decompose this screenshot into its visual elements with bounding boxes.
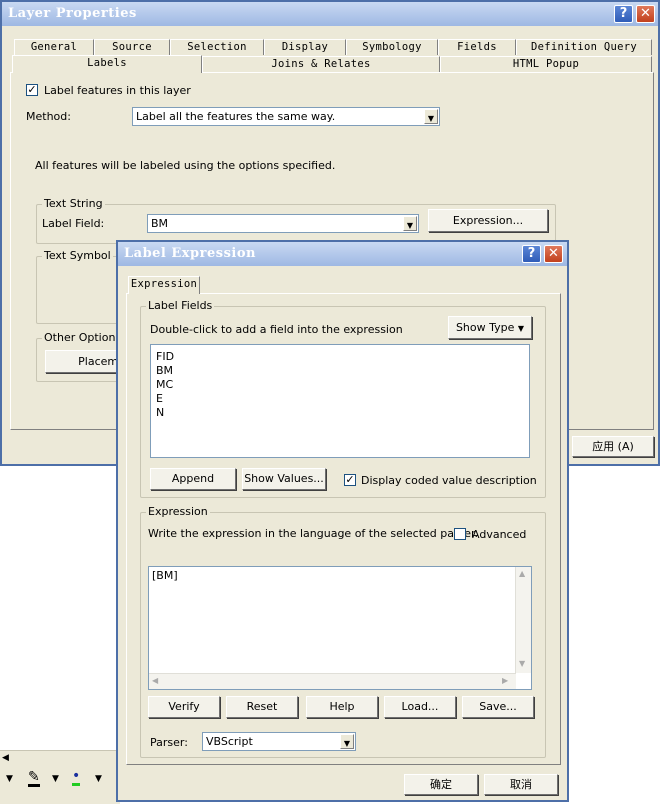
- load-button[interactable]: Load...: [384, 696, 456, 718]
- save-button[interactable]: Save...: [462, 696, 534, 718]
- show-values-button[interactable]: Show Values...: [242, 468, 326, 490]
- expression-textarea[interactable]: [BM] ▲ ▼ ◀ ▶: [148, 566, 532, 690]
- scroll-right-icon[interactable]: ▶: [502, 676, 508, 685]
- list-item[interactable]: MC: [156, 378, 529, 392]
- close-icon[interactable]: ✕: [636, 5, 655, 23]
- info-text: All features will be labeled using the o…: [35, 159, 336, 172]
- list-item[interactable]: FID: [156, 350, 529, 364]
- ok-button[interactable]: 确定: [404, 774, 478, 795]
- scroll-left-icon[interactable]: ◀: [152, 676, 158, 685]
- parser-select[interactable]: VBScript ▼: [202, 732, 356, 751]
- label-fields-group-label: Label Fields: [146, 299, 215, 312]
- tab-fields[interactable]: Fields: [438, 39, 516, 55]
- fields-list[interactable]: FID BM MC E N: [150, 344, 530, 458]
- tab-source[interactable]: Source: [94, 39, 170, 55]
- dropdown-arrow-icon[interactable]: ▼: [52, 774, 59, 784]
- display-coded-checkbox[interactable]: ✓: [344, 474, 356, 486]
- map-scrollbar[interactable]: ◀: [0, 750, 120, 767]
- label-expression-title: Label Expression: [118, 242, 567, 266]
- drawing-toolbar: ▼ ✎ ▼ • ▼: [0, 766, 120, 804]
- tab-html-popup[interactable]: HTML Popup: [440, 56, 652, 72]
- fields-hint: Double-click to add a field into the exp…: [150, 323, 403, 336]
- list-item[interactable]: E: [156, 392, 529, 406]
- label-features-checkbox[interactable]: ✓: [26, 84, 38, 96]
- label-expression-dialog: Label Expression ? ✕ Expression Label Fi…: [116, 240, 569, 802]
- tab-definition-query[interactable]: Definition Query: [516, 39, 652, 55]
- show-type-button[interactable]: Show Type ▼: [448, 316, 532, 339]
- dropdown-arrow-icon[interactable]: ▼: [95, 774, 102, 784]
- help-icon[interactable]: ?: [522, 245, 541, 263]
- append-button[interactable]: Append: [150, 468, 236, 490]
- expression-text: [BM]: [152, 569, 178, 582]
- help-icon[interactable]: ?: [614, 5, 633, 23]
- method-value: Label all the features the same way.: [136, 110, 336, 123]
- help-button[interactable]: Help: [306, 696, 378, 718]
- label-field-value: BM: [151, 217, 169, 230]
- tab-expression[interactable]: Expression: [128, 276, 200, 294]
- list-item[interactable]: N: [156, 406, 529, 420]
- advanced-checkbox[interactable]: [454, 528, 466, 540]
- parser-value: VBScript: [206, 735, 253, 748]
- tab-general[interactable]: General: [14, 39, 94, 55]
- tab-display[interactable]: Display: [264, 39, 346, 55]
- advanced-label: Advanced: [472, 528, 527, 541]
- dropdown-arrow-icon[interactable]: ▼: [6, 774, 13, 784]
- dropdown-arrow-icon[interactable]: ▼: [424, 109, 438, 124]
- parser-label: Parser:: [150, 736, 188, 749]
- close-icon[interactable]: ✕: [544, 245, 563, 263]
- scroll-up-icon[interactable]: ▲: [519, 569, 525, 578]
- label-field-select[interactable]: BM ▼: [147, 214, 419, 233]
- tab-joins-relates[interactable]: Joins & Relates: [202, 56, 440, 72]
- expression-button[interactable]: Expression...: [428, 209, 548, 232]
- dropdown-arrow-icon: ▼: [517, 324, 525, 333]
- reset-button[interactable]: Reset: [226, 696, 298, 718]
- tab-symbology[interactable]: Symbology: [346, 39, 438, 55]
- dropdown-arrow-icon[interactable]: ▼: [340, 734, 354, 749]
- expression-hint: Write the expression in the language of …: [148, 527, 479, 540]
- scroll-left-icon[interactable]: ◀: [2, 753, 9, 763]
- point-color-icon[interactable]: •: [72, 769, 81, 786]
- layer-properties-title: Layer Properties: [2, 2, 658, 26]
- tab-labels[interactable]: Labels: [12, 55, 202, 73]
- text-string-group-label: Text String: [42, 197, 105, 210]
- cancel-button[interactable]: 取消: [484, 774, 558, 795]
- list-item[interactable]: BM: [156, 364, 529, 378]
- horizontal-scrollbar[interactable]: ◀ ▶: [149, 673, 516, 689]
- pen-icon[interactable]: ✎: [28, 770, 40, 787]
- expression-group-label: Expression: [146, 505, 210, 518]
- method-select[interactable]: Label all the features the same way. ▼: [132, 107, 440, 126]
- show-type-label: Show Type: [455, 321, 515, 334]
- other-options-group-label: Other Options: [42, 331, 124, 344]
- display-coded-label: Display coded value description: [361, 474, 537, 487]
- vertical-scrollbar[interactable]: ▲ ▼: [515, 567, 531, 673]
- method-label: Method:: [26, 110, 71, 123]
- scroll-down-icon[interactable]: ▼: [519, 659, 525, 668]
- label-features-label: Label features in this layer: [44, 84, 191, 97]
- verify-button[interactable]: Verify: [148, 696, 220, 718]
- tab-selection[interactable]: Selection: [170, 39, 264, 55]
- apply-button[interactable]: 应用 (A): [572, 436, 654, 457]
- text-symbol-group-label: Text Symbol: [42, 249, 113, 262]
- dropdown-arrow-icon[interactable]: ▼: [403, 216, 417, 231]
- label-field-label: Label Field:: [42, 217, 105, 230]
